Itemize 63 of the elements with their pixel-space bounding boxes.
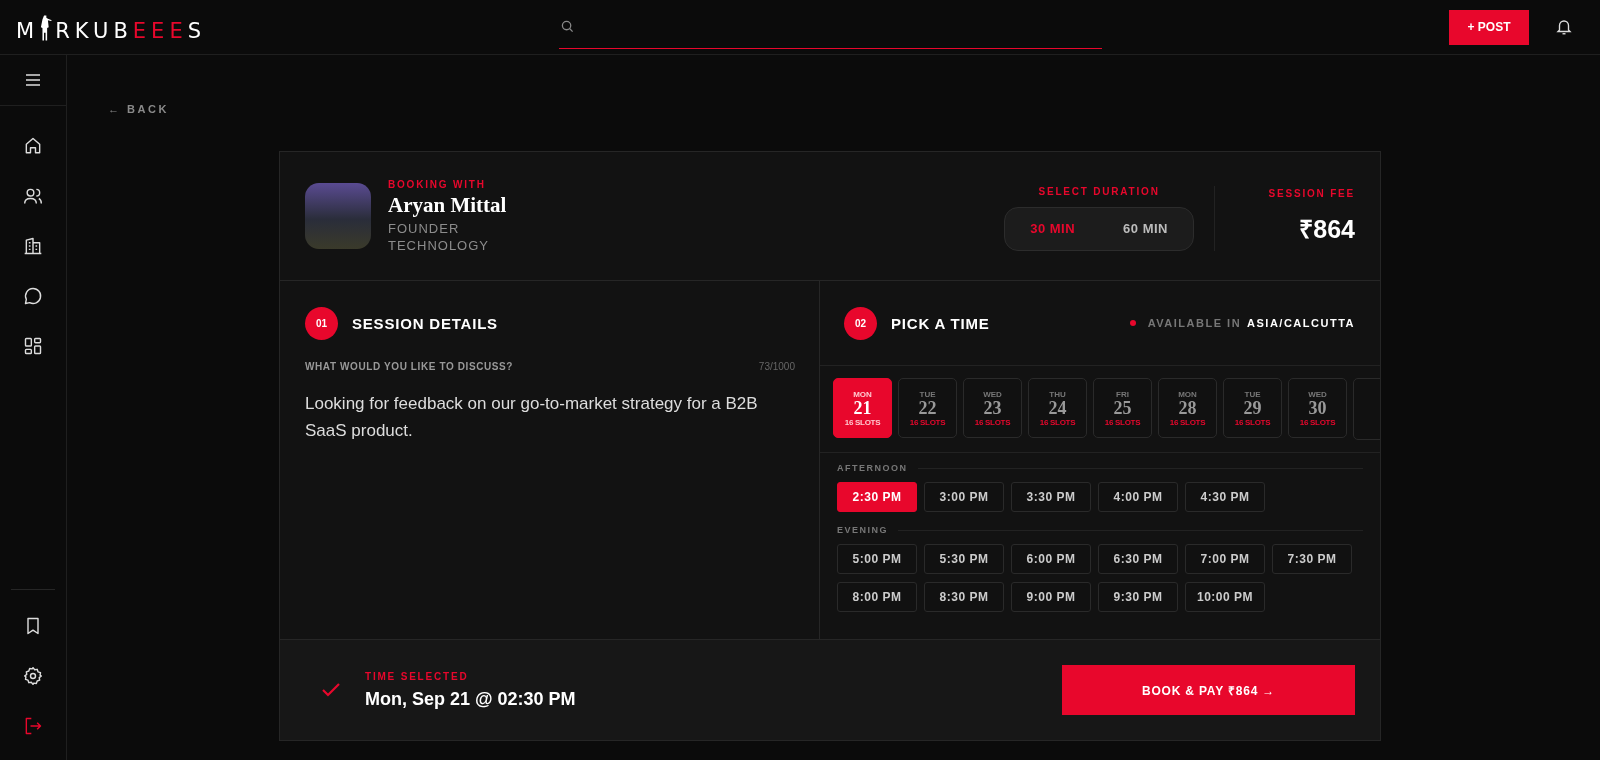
users-icon[interactable] [23, 186, 43, 206]
fee-label: SESSION FEE [1268, 187, 1355, 199]
notification-bell-icon[interactable] [1555, 18, 1573, 36]
time-group-label: EVENING [837, 525, 888, 535]
booking-label: BOOKING WITH [388, 178, 487, 190]
date-card[interactable]: THU 24 16 SLOTS [1028, 378, 1087, 438]
settings-icon[interactable] [23, 666, 43, 686]
step-number: 02 [844, 306, 877, 340]
date-card[interactable]: WED 23 16 SLOTS [963, 378, 1022, 438]
time-slot[interactable]: 2:30 PM [837, 482, 917, 512]
timezone-label: ASIA/CALCUTTA [1247, 317, 1355, 329]
character-count: 73/1000 [758, 361, 795, 372]
discussion-text-area[interactable]: Looking for feedback on our go-to-market strategy for a B2B SaaS product. [305, 390, 795, 444]
date-card[interactable]: WED 30 16 SLOTS [1288, 378, 1347, 438]
time-slot[interactable]: 5:30 PM [924, 544, 1004, 574]
availability-label: AVAILABLE IN [1147, 317, 1242, 329]
selected-time: Mon, Sep 21 @ 02:30 PM [365, 688, 576, 710]
chat-icon[interactable] [23, 286, 43, 306]
time-slot[interactable]: 7:00 PM [1185, 544, 1265, 574]
grid-icon[interactable] [23, 336, 43, 356]
date-card[interactable]: MON 28 16 SLOTS [1158, 378, 1217, 438]
home-icon[interactable] [23, 136, 43, 156]
step-number: 01 [305, 306, 338, 340]
time-slot[interactable]: 10:00 PM [1185, 582, 1265, 612]
time-slot[interactable]: 4:00 PM [1098, 482, 1178, 512]
building-icon[interactable] [23, 236, 43, 256]
time-slot[interactable]: 5:00 PM [837, 544, 917, 574]
date-card[interactable]: TUE 22 16 SLOTS [898, 378, 957, 438]
duration-option[interactable]: 30 MIN [1008, 210, 1098, 247]
date-card[interactable]: FRI 25 16 SLOTS [1093, 378, 1152, 438]
question-label: WHAT WOULD YOU LIKE TO DISCUSS? [305, 361, 514, 372]
time-slot[interactable]: 3:00 PM [924, 482, 1004, 512]
mentor-name: Aryan Mittal [388, 192, 507, 218]
mentor-field: TECHNOLOGY [388, 236, 507, 254]
time-slot[interactable]: 6:00 PM [1011, 544, 1091, 574]
section-title: PICK A TIME [891, 314, 990, 332]
availability-dot [1129, 320, 1136, 326]
checkmark-icon [322, 683, 340, 697]
time-selected-label: TIME SELECTED [365, 670, 470, 682]
duration-label: SELECT DURATION [1038, 185, 1160, 197]
avatar-photo-placeholder [305, 183, 371, 249]
duration-option[interactable]: 60 MIN [1101, 210, 1190, 247]
logo[interactable]: M RKUB EEE S [16, 11, 206, 43]
menu-icon[interactable] [25, 73, 41, 87]
time-slot[interactable]: 9:30 PM [1098, 582, 1178, 612]
fee-amount: ₹864 [1299, 213, 1355, 245]
time-slot[interactable]: 3:30 PM [1011, 482, 1091, 512]
search-icon [561, 20, 574, 33]
time-slot[interactable]: 4:30 PM [1185, 482, 1265, 512]
time-slot[interactable]: 6:30 PM [1098, 544, 1178, 574]
time-group-label: AFTERNOON [837, 463, 908, 473]
time-slot[interactable]: 9:00 PM [1011, 582, 1091, 612]
book-and-pay-button[interactable]: BOOK & PAY ₹864 → [1062, 665, 1355, 715]
time-slot[interactable]: 7:30 PM [1272, 544, 1352, 574]
date-card[interactable]: MON 21 16 SLOTS [833, 378, 892, 438]
section-title: SESSION DETAILS [352, 314, 498, 332]
date-card[interactable]: TUE 29 16 SLOTS [1223, 378, 1282, 438]
back-link[interactable]: ← BACK [108, 103, 169, 115]
mentor-role: FOUNDER [388, 219, 461, 237]
logout-icon[interactable] [23, 716, 43, 736]
time-slot[interactable]: 8:00 PM [837, 582, 917, 612]
time-slot[interactable]: 8:30 PM [924, 582, 1004, 612]
post-button[interactable]: + POST [1449, 9, 1529, 45]
